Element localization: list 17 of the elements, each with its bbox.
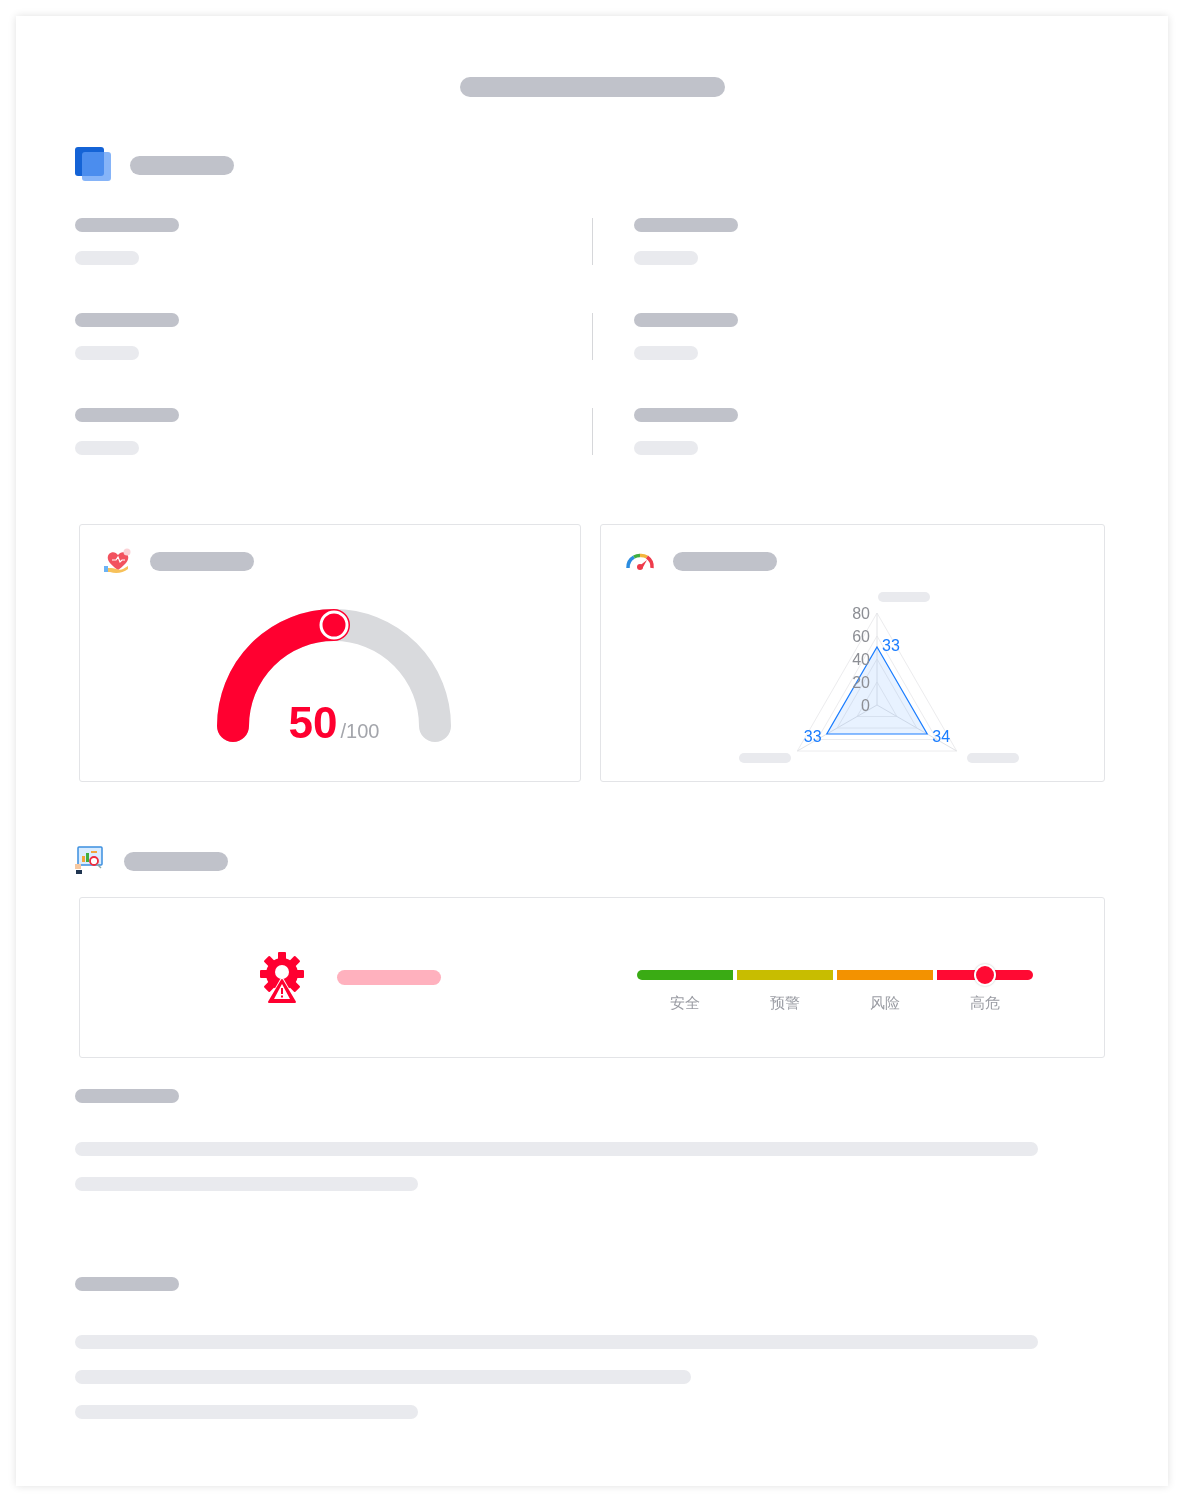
heart-hand-icon: [104, 548, 132, 574]
scale-label: 80: [852, 605, 870, 622]
data-label: 34: [932, 728, 951, 745]
layers-icon: [75, 147, 111, 183]
chart-magnifier-icon: [75, 846, 105, 876]
scale-label: 40: [852, 651, 870, 668]
scale-label: 0: [861, 697, 870, 714]
data-label: 33: [882, 637, 900, 654]
risk-label: 高危: [970, 994, 1000, 1013]
speedometer-icon: [625, 552, 655, 570]
data-label: 33: [803, 728, 822, 745]
risk-label: 安全: [670, 994, 700, 1013]
score-value: 50: [288, 698, 338, 748]
risk-label: 预警: [770, 994, 800, 1013]
score-max: /100: [340, 720, 380, 743]
scale-label: 60: [852, 628, 870, 645]
risk-label: 风险: [870, 994, 900, 1013]
